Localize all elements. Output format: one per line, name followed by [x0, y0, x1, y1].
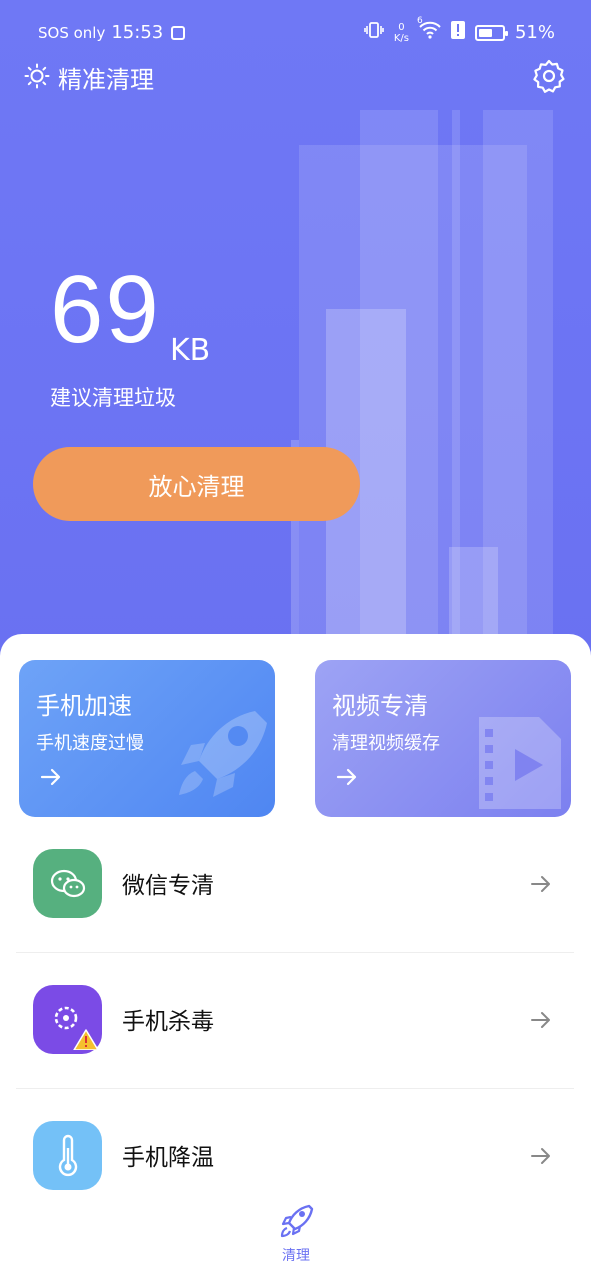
- arrow-right-icon: [529, 872, 553, 896]
- arrow-right-icon: [39, 765, 63, 789]
- net-speed: 0 K/s: [394, 22, 409, 44]
- clock: 15:53: [111, 22, 164, 43]
- vibrate-icon: [364, 20, 384, 45]
- junk-size: 69 KB: [50, 255, 210, 368]
- bottom-nav-clean[interactable]: 清理: [258, 1201, 334, 1265]
- alert-icon: [450, 21, 465, 44]
- wechat-icon: [33, 849, 102, 918]
- card-title: 视频专清: [332, 692, 428, 720]
- app-notification-icon: [171, 25, 186, 40]
- virus-warning-icon: [33, 985, 102, 1054]
- card-title: 手机加速: [36, 692, 132, 720]
- top-bar: 精准清理: [0, 56, 591, 96]
- sun-icon: [24, 63, 50, 89]
- tool-row-antivirus[interactable]: 手机杀毒: [0, 952, 591, 1088]
- junk-unit: KB: [170, 333, 211, 368]
- tool-label: 手机杀毒: [122, 1009, 214, 1035]
- carrier-text: SOS only: [38, 23, 106, 42]
- junk-caption: 建议清理垃圾: [50, 386, 176, 410]
- arrow-right-icon: [335, 765, 359, 789]
- net-speed-unit: K/s: [393, 32, 409, 44]
- wifi-label: 6: [416, 16, 423, 26]
- battery-percent: 51%: [514, 22, 555, 43]
- card-subtitle: 手机速度过慢: [36, 733, 144, 754]
- tool-row-wechat[interactable]: 微信专清: [0, 816, 591, 952]
- rocket-icon: [276, 1201, 316, 1241]
- tool-label: 手机降温: [122, 1145, 214, 1171]
- net-speed-value: 0: [398, 21, 405, 33]
- thermometer-icon: [33, 1121, 102, 1190]
- junk-amount: 69: [50, 256, 161, 363]
- nav-label: 清理: [282, 1248, 310, 1264]
- clean-button[interactable]: 放心清理: [33, 447, 360, 521]
- video-icon: [465, 711, 571, 815]
- rocket-icon: [159, 701, 275, 815]
- arrow-right-icon: [529, 1008, 553, 1032]
- gear-icon[interactable]: [531, 58, 567, 94]
- decor-bar: [449, 547, 498, 647]
- phone-speedup-card[interactable]: 手机加速 手机速度过慢: [19, 660, 275, 817]
- battery-icon: [474, 24, 508, 41]
- tools-sheet: 手机加速 手机速度过慢 视频专清 清理视频缓存 微信专清 手机杀毒 手机降温 清…: [0, 634, 591, 1280]
- video-clean-card[interactable]: 视频专清 清理视频缓存: [315, 660, 571, 817]
- tool-label: 微信专清: [122, 873, 214, 899]
- arrow-right-icon: [529, 1144, 553, 1168]
- wifi-icon: 6: [417, 16, 441, 44]
- card-subtitle: 清理视频缓存: [332, 733, 440, 754]
- page-title: 精准清理: [58, 66, 154, 94]
